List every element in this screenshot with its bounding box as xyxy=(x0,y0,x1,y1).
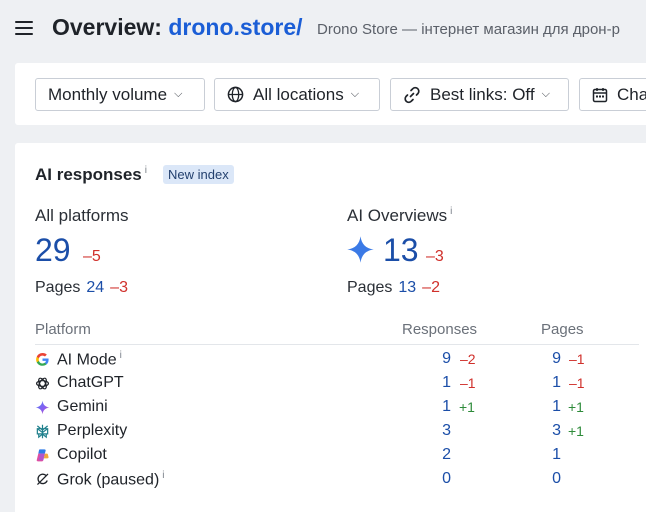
responses-value[interactable]: 9 xyxy=(435,350,451,368)
pages-value[interactable]: 0 xyxy=(545,470,561,488)
card-title-text: AI responses xyxy=(35,165,142,184)
chevron-down-icon: ⌵ xyxy=(350,88,360,100)
chevron-down-icon: ⌵ xyxy=(541,88,550,100)
filter-bar: Monthly volume ⌵ All locations ⌵ Best li… xyxy=(15,63,646,125)
perplexity-icon xyxy=(36,424,49,439)
table-row: Perplexity 3 3 +1 xyxy=(35,420,639,444)
new-index-badge: New index xyxy=(163,165,234,184)
menu-icon[interactable] xyxy=(15,21,33,36)
calendar-icon xyxy=(592,87,608,102)
table-row: ChatGPT 1 –1 1 –1 xyxy=(35,372,639,396)
pages-value[interactable]: 13 xyxy=(398,279,416,296)
chart-dropdown-label: Cha xyxy=(617,84,646,104)
pages-delta: –1 xyxy=(569,375,585,391)
platform-name: Perplexity xyxy=(57,422,128,439)
ai-responses-card: AI responses i New index All platforms 29… xyxy=(15,143,646,512)
sparkle-icon xyxy=(347,236,374,263)
ai-overviews-value[interactable]: 13 xyxy=(383,232,419,269)
platform-name-text: AI Mode xyxy=(57,351,117,369)
pages-delta: –1 xyxy=(569,351,585,367)
table-row: AI Mode i 9 –2 9 –1 xyxy=(35,348,639,372)
volume-dropdown-label: Monthly volume xyxy=(48,84,168,104)
pages-value[interactable]: 1 xyxy=(545,374,561,392)
platform-name: AI Mode i xyxy=(57,350,122,369)
responses-value[interactable]: 2 xyxy=(435,446,451,464)
volume-dropdown[interactable]: Monthly volume ⌵ xyxy=(35,78,205,111)
gemini-icon xyxy=(35,400,50,415)
globe-icon xyxy=(227,86,244,103)
table-row: Grok (paused) i 0 0 xyxy=(35,468,639,492)
pages-value[interactable]: 1 xyxy=(545,398,561,416)
info-icon[interactable]: i xyxy=(145,165,147,176)
top-bar: Overview: drono.store/ Drono Store — інт… xyxy=(0,0,646,60)
ai-overviews-label: AI Overviews i xyxy=(347,206,452,226)
locations-dropdown-label: All locations xyxy=(253,84,344,104)
pages-delta: +1 xyxy=(568,423,584,439)
google-icon xyxy=(36,353,49,366)
pages-label: Pages xyxy=(35,279,81,296)
title-domain[interactable]: drono.store/ xyxy=(168,14,302,40)
table-header-divider xyxy=(35,344,639,345)
platform-name: Grok (paused) i xyxy=(57,470,165,489)
chevron-down-icon: ⌵ xyxy=(174,88,183,100)
grok-icon xyxy=(37,473,49,485)
responses-value[interactable]: 1 xyxy=(435,374,451,392)
all-platforms-label: All platforms xyxy=(35,206,129,225)
all-platforms-delta: –5 xyxy=(83,248,101,265)
platform-name-text: Grok (paused) xyxy=(57,471,160,489)
info-icon[interactable]: i xyxy=(450,206,452,217)
info-icon[interactable]: i xyxy=(120,350,122,361)
table-row: Gemini 1 +1 1 +1 xyxy=(35,396,639,420)
info-icon[interactable]: i xyxy=(162,470,164,481)
platform-name: Gemini xyxy=(57,398,108,415)
pages-value[interactable]: 9 xyxy=(545,350,561,368)
all-platforms-pages: Pages 24 –3 xyxy=(35,279,128,297)
responses-value[interactable]: 3 xyxy=(435,422,451,440)
best-links-dropdown-label: Best links: Off xyxy=(430,84,535,104)
pages-value[interactable]: 1 xyxy=(545,446,561,464)
platform-column-header: Platform xyxy=(35,321,91,338)
title-prefix: Overview: xyxy=(52,14,162,40)
pages-delta: –3 xyxy=(110,279,128,296)
chart-dropdown[interactable]: Cha xyxy=(579,78,646,111)
responses-delta: –2 xyxy=(460,351,476,367)
pages-delta: +1 xyxy=(568,399,584,415)
table-row: Copilot 2 1 xyxy=(35,444,639,468)
pages-column-header[interactable]: Pages xyxy=(541,321,584,338)
link-icon xyxy=(404,86,420,103)
best-links-dropdown[interactable]: Best links: Off ⌵ xyxy=(390,78,569,111)
page-subtitle: Drono Store — інтернет магазин для дрон-… xyxy=(317,21,620,38)
pages-value[interactable]: 24 xyxy=(86,279,104,296)
responses-delta: –1 xyxy=(460,375,476,391)
ai-overviews-pages: Pages 13 –2 xyxy=(347,279,440,297)
pages-value[interactable]: 3 xyxy=(545,422,561,440)
chatgpt-icon xyxy=(35,377,50,390)
copilot-icon xyxy=(36,449,49,462)
page-title: Overview: drono.store/ xyxy=(52,14,303,41)
card-title: AI responses i xyxy=(35,165,147,185)
platform-name: Copilot xyxy=(57,446,107,463)
responses-delta: +1 xyxy=(459,399,475,415)
pages-label: Pages xyxy=(347,279,393,296)
locations-dropdown[interactable]: All locations ⌵ xyxy=(214,78,380,111)
platform-name: ChatGPT xyxy=(57,374,124,391)
ai-overviews-delta: –3 xyxy=(426,248,444,265)
ai-overviews-label-text: AI Overviews xyxy=(347,206,448,225)
all-platforms-value[interactable]: 29 xyxy=(35,232,71,269)
responses-value[interactable]: 0 xyxy=(435,470,451,488)
responses-column-header[interactable]: Responses xyxy=(402,321,477,338)
responses-value[interactable]: 1 xyxy=(435,398,451,416)
pages-delta: –2 xyxy=(422,279,440,296)
